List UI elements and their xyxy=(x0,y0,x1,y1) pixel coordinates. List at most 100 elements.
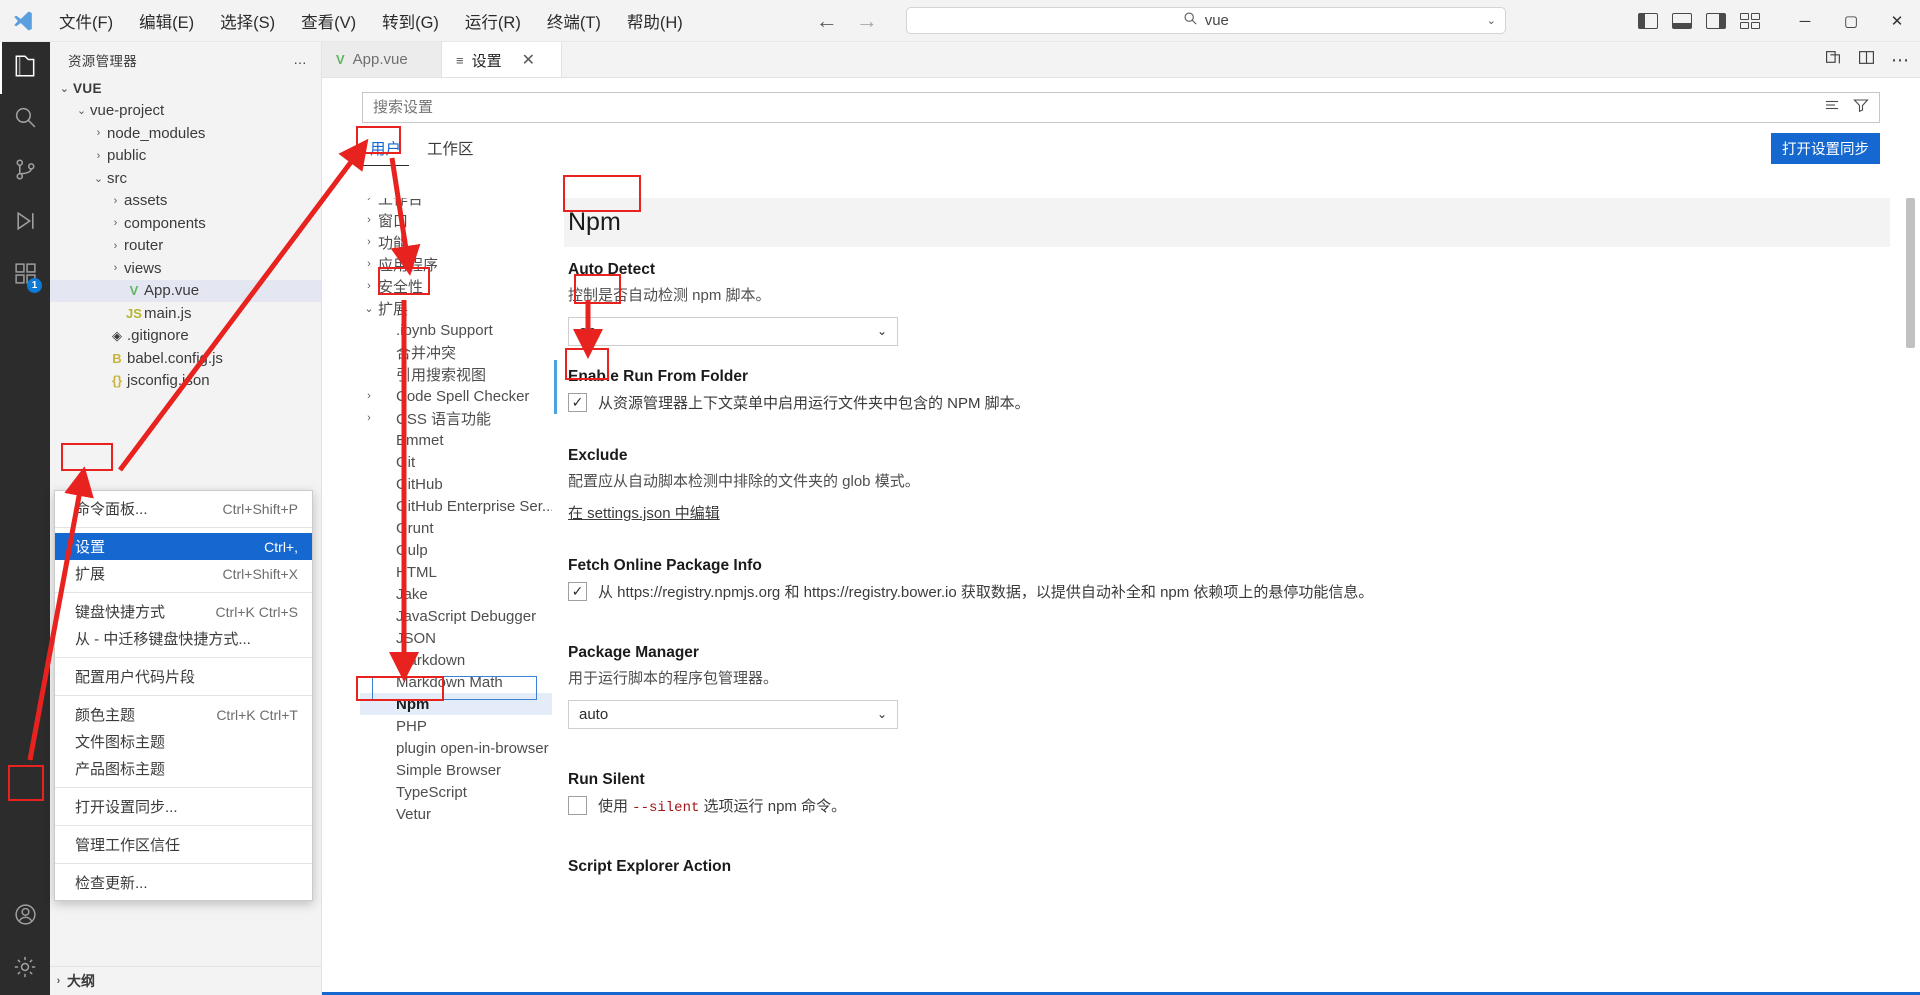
menu-selection[interactable]: 选择(S) xyxy=(207,5,288,37)
menu-item-检查更新[interactable]: 检查更新... xyxy=(55,869,312,896)
menu-item-打开设置同步[interactable]: 打开设置同步... xyxy=(55,793,312,820)
more-actions-icon[interactable]: ⋯ xyxy=(1891,50,1910,71)
toc-item-合并冲突[interactable]: 合并冲突 xyxy=(360,341,552,363)
toc-item-窗口[interactable]: ›窗口 xyxy=(360,209,552,231)
tree-item-public[interactable]: ›public xyxy=(50,145,321,168)
tree-item-app-vue[interactable]: VApp.vue xyxy=(50,280,321,303)
activity-explorer[interactable] xyxy=(0,42,50,94)
activity-run-debug[interactable] xyxy=(0,198,50,250)
toc-item-javascript-debugger[interactable]: JavaScript Debugger xyxy=(360,605,552,627)
toc-item-npm[interactable]: Npm xyxy=(360,693,552,715)
menu-view[interactable]: 查看(V) xyxy=(288,5,369,37)
activity-search[interactable] xyxy=(0,94,50,146)
toc-item-markdown[interactable]: Markdown xyxy=(360,649,552,671)
tree-item-router[interactable]: ›router xyxy=(50,235,321,258)
tab-user-settings[interactable]: 用户 xyxy=(360,133,411,166)
menu-terminal[interactable]: 终端(T) xyxy=(534,5,614,37)
menu-item-管理工作区信任[interactable]: 管理工作区信任 xyxy=(55,831,312,858)
clear-filter-icon[interactable] xyxy=(1824,98,1840,117)
toc-item-typescript[interactable]: TypeScript xyxy=(360,781,552,803)
toc-item-simple-browser[interactable]: Simple Browser xyxy=(360,759,552,781)
search-input[interactable] xyxy=(373,99,1824,116)
split-editor-icon[interactable] xyxy=(1858,49,1875,71)
menu-go[interactable]: 转到(G) xyxy=(369,5,452,37)
tree-item-vue-project[interactable]: ⌄vue-project xyxy=(50,100,321,123)
menu-item-从中迁移键盘快捷方式[interactable]: 从 - 中迁移键盘快捷方式... xyxy=(55,625,312,652)
menu-item-设置[interactable]: 设置Ctrl+, xyxy=(55,533,312,560)
tree-item-node-modules[interactable]: ›node_modules xyxy=(50,122,321,145)
outline-section-header[interactable]: › 大纲 xyxy=(50,966,321,995)
tab-settings[interactable]: ≡ 设置 ✕ xyxy=(442,42,562,77)
toc-item-引用搜索视图[interactable]: 引用搜索视图 xyxy=(360,363,552,385)
toc-item-git[interactable]: Git xyxy=(360,451,552,473)
checkbox[interactable]: ✓ xyxy=(568,582,587,601)
menu-help[interactable]: 帮助(H) xyxy=(614,5,696,37)
customize-layout-icon[interactable] xyxy=(1740,13,1760,29)
toc-item-vetur[interactable]: Vetur xyxy=(360,803,552,825)
tree-item-jsconfig-json[interactable]: {}jsconfig.json xyxy=(50,370,321,393)
toggle-primary-sidebar-icon[interactable] xyxy=(1638,13,1658,29)
chevron-down-icon[interactable]: ⌄ xyxy=(1487,14,1496,27)
quick-open-bar[interactable]: vue ⌄ xyxy=(906,7,1506,34)
tree-item-assets[interactable]: ›assets xyxy=(50,190,321,213)
setting-checkbox-row[interactable]: ✓从 https://registry.npmjs.org 和 https://… xyxy=(568,581,1890,602)
menu-item-键盘快捷方式[interactable]: 键盘快捷方式Ctrl+K Ctrl+S xyxy=(55,598,312,625)
close-button[interactable]: ✕ xyxy=(1874,0,1920,42)
scrollbar-thumb[interactable] xyxy=(1906,198,1915,348)
tree-item-components[interactable]: ›components xyxy=(50,212,321,235)
toggle-secondary-sidebar-icon[interactable] xyxy=(1706,13,1726,29)
filter-icon[interactable] xyxy=(1853,98,1869,117)
tree-item-src[interactable]: ⌄src xyxy=(50,167,321,190)
toc-item-jake[interactable]: Jake xyxy=(360,583,552,605)
toc-item-安全性[interactable]: ›安全性 xyxy=(360,275,552,297)
toc-item-github[interactable]: GitHub xyxy=(360,473,552,495)
tree-item--gitignore[interactable]: ◈.gitignore xyxy=(50,325,321,348)
menu-item-配置用户代码片段[interactable]: 配置用户代码片段 xyxy=(55,663,312,690)
menu-file[interactable]: 文件(F) xyxy=(46,5,126,37)
close-icon[interactable]: ✕ xyxy=(522,50,535,70)
toc-item-json[interactable]: JSON xyxy=(360,627,552,649)
toc-item-github-enterprise-ser---[interactable]: GitHub Enterprise Ser... xyxy=(360,495,552,517)
tab-app-vue[interactable]: V App.vue xyxy=(322,42,442,77)
sidebar-more-actions-icon[interactable]: … xyxy=(293,52,307,67)
tab-workspace-settings[interactable]: 工作区 xyxy=(417,133,484,166)
setting-select[interactable]: on⌄ xyxy=(568,317,898,346)
toc-item-code-spell-checker[interactable]: ›Code Spell Checker xyxy=(360,385,552,407)
toc-item-gulp[interactable]: Gulp xyxy=(360,539,552,561)
toc-item-css-语言功能[interactable]: ›CSS 语言功能 xyxy=(360,407,552,429)
tree-item-babel-config-js[interactable]: Bbabel.config.js xyxy=(50,347,321,370)
edit-in-settings-json-link[interactable]: 在 settings.json 中编辑 xyxy=(568,502,1890,523)
setting-select[interactable]: auto⌄ xyxy=(568,700,898,729)
toc-item-工作台[interactable]: ›工作台 xyxy=(360,198,552,209)
menu-item-产品图标主题[interactable]: 产品图标主题 xyxy=(55,755,312,782)
menu-edit[interactable]: 编辑(E) xyxy=(126,5,207,37)
setting-checkbox-row[interactable]: ✓从资源管理器上下文菜单中启用运行文件夹中包含的 NPM 脚本。 xyxy=(568,392,1890,413)
maximize-button[interactable]: ▢ xyxy=(1828,0,1874,42)
toc-item-html[interactable]: HTML xyxy=(360,561,552,583)
toc-item-emmet[interactable]: Emmet xyxy=(360,429,552,451)
activity-accounts[interactable] xyxy=(0,891,50,943)
menu-item-扩展[interactable]: 扩展Ctrl+Shift+X xyxy=(55,560,312,587)
toc-item-功能[interactable]: ›功能 xyxy=(360,231,552,253)
toc-item-应用程序[interactable]: ›应用程序 xyxy=(360,253,552,275)
toc-item-php[interactable]: PHP xyxy=(360,715,552,737)
toc-item-grunt[interactable]: Grunt xyxy=(360,517,552,539)
menu-item-命令面板[interactable]: 命令面板...Ctrl+Shift+P xyxy=(55,495,312,522)
minimize-button[interactable]: ─ xyxy=(1782,0,1828,42)
activity-source-control[interactable] xyxy=(0,146,50,198)
setting-checkbox-row[interactable]: 使用 --silent 选项运行 npm 命令。 xyxy=(568,795,1890,816)
tree-item-vue[interactable]: ⌄VUE xyxy=(50,77,321,100)
tree-item-views[interactable]: ›views xyxy=(50,257,321,280)
activity-extensions[interactable]: 1 xyxy=(0,250,50,302)
tree-item-main-js[interactable]: JSmain.js xyxy=(50,302,321,325)
menu-item-文件图标主题[interactable]: 文件图标主题 xyxy=(55,728,312,755)
menu-run[interactable]: 运行(R) xyxy=(452,5,534,37)
settings-scrollbar[interactable] xyxy=(1905,198,1916,995)
activity-manage-gear[interactable] xyxy=(0,943,50,995)
checkbox[interactable] xyxy=(568,796,587,815)
toc-item-扩展[interactable]: ⌄扩展 xyxy=(360,297,552,319)
open-settings-sync-button[interactable]: 打开设置同步 xyxy=(1771,133,1880,164)
toc-item-plugin-open-in-browser[interactable]: plugin open-in-browser xyxy=(360,737,552,759)
toc-item--ipynb-support[interactable]: .ipynb Support xyxy=(360,319,552,341)
settings-search-box[interactable] xyxy=(362,92,1880,123)
